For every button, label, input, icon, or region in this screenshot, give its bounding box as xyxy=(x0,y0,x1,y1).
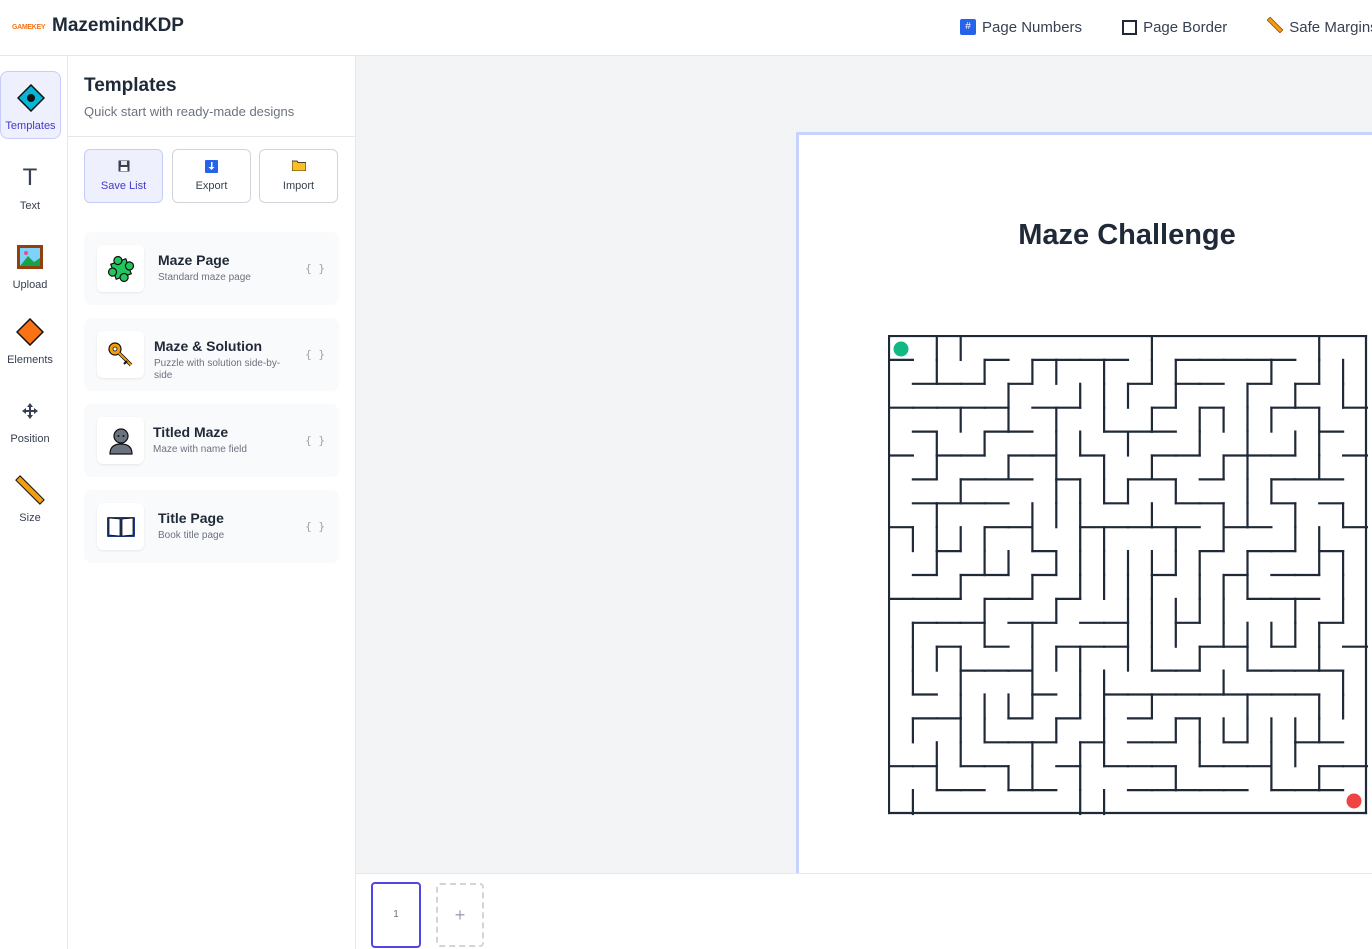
rail-item-elements[interactable]: Elements xyxy=(0,314,60,366)
page-border-toggle[interactable]: Page Border xyxy=(1122,17,1227,37)
tool-rail: Templates T Text Upload Elements Positio… xyxy=(0,56,68,949)
panel-subtitle: Quick start with ready-made designs xyxy=(84,104,295,119)
rail-label-templates: Templates xyxy=(5,120,56,132)
rail-item-size[interactable]: Size xyxy=(0,472,60,524)
add-page-button[interactable]: + xyxy=(436,883,484,947)
export-label: Export xyxy=(195,180,228,192)
template-name: Titled Maze xyxy=(153,424,229,440)
book-icon xyxy=(97,503,144,550)
safe-margins-toggle[interactable]: Safe Margins xyxy=(1266,16,1372,37)
move-arrows-icon xyxy=(0,393,60,429)
template-name: Maze & Solution xyxy=(154,338,263,354)
template-card-maze-page[interactable]: Maze Page Standard maze page { } xyxy=(84,232,339,305)
puzzle-icon xyxy=(97,245,144,292)
maze-grid[interactable] xyxy=(888,335,1368,817)
page-numbers-label: Page Numbers xyxy=(982,18,1083,36)
template-card-titled-maze[interactable]: Titled Maze Maze with name field { } xyxy=(84,404,339,477)
rail-item-text[interactable]: T Text xyxy=(0,160,60,212)
page-strip: 1 + xyxy=(356,873,1372,949)
folder-icon xyxy=(260,160,337,174)
code-braces-icon: { } xyxy=(305,434,325,447)
safe-margins-label: Safe Margins xyxy=(1289,18,1372,36)
panel-header: Templates Quick start with ready-made de… xyxy=(68,56,356,137)
panel-title: Templates xyxy=(84,75,177,96)
template-card-title-page[interactable]: Title Page Book title page { } xyxy=(84,490,339,563)
save-list-label: Save List xyxy=(100,180,147,192)
orange-diamond-icon xyxy=(0,314,60,350)
diamond-target-icon xyxy=(1,80,60,116)
picture-icon xyxy=(0,239,60,275)
ruler-icon xyxy=(1266,16,1284,37)
template-name: Title Page xyxy=(158,510,224,526)
floppy-icon xyxy=(85,160,162,174)
export-button[interactable]: Export xyxy=(172,149,251,203)
code-braces-icon: { } xyxy=(305,262,325,275)
template-desc: Book title page xyxy=(158,530,225,541)
templates-panel: Templates Quick start with ready-made de… xyxy=(68,56,356,949)
page-numbers-toggle[interactable]: # Page Numbers xyxy=(960,17,1082,37)
import-button[interactable]: Import xyxy=(259,149,338,203)
download-icon xyxy=(173,160,250,174)
top-bar: GAMEKEY MazemindKDP # Page Numbers Page … xyxy=(0,0,1372,56)
rail-label-size: Size xyxy=(19,512,41,524)
rail-label-text: Text xyxy=(19,200,41,212)
template-desc: Standard maze page xyxy=(158,272,251,283)
template-card-maze-solution[interactable]: Maze & Solution Puzzle with solution sid… xyxy=(84,318,339,391)
rail-item-position[interactable]: Position xyxy=(0,393,60,445)
code-braces-icon: { } xyxy=(305,348,325,361)
app-logo: GAMEKEY xyxy=(12,24,46,31)
template-desc: Maze with name field xyxy=(153,444,247,455)
app-title: MazemindKDP xyxy=(52,15,184,36)
template-name: Maze Page xyxy=(158,252,230,268)
rail-item-upload[interactable]: Upload xyxy=(0,239,60,291)
rail-item-templates[interactable]: Templates xyxy=(0,71,61,139)
person-icon xyxy=(97,417,144,464)
ruler-icon xyxy=(0,472,60,508)
rail-label-upload: Upload xyxy=(12,279,48,291)
key-icon xyxy=(97,331,144,378)
page-title[interactable]: Maze Challenge xyxy=(799,219,1372,252)
toolbar-actions: # Page Numbers Page Border Safe Margins xyxy=(960,16,1372,37)
page-border-label: Page Border xyxy=(1143,18,1228,36)
canvas-area[interactable]: Maze Challenge xyxy=(356,56,1372,892)
rail-label-elements: Elements xyxy=(7,354,53,366)
maze-start-marker xyxy=(893,341,909,357)
save-list-button[interactable]: Save List xyxy=(84,149,163,203)
square-icon xyxy=(1122,19,1138,35)
text-icon: T xyxy=(22,164,38,191)
maze-end-marker xyxy=(1346,793,1362,809)
hash-icon: # xyxy=(960,19,976,35)
design-page[interactable]: Maze Challenge xyxy=(796,132,1372,892)
import-label: Import xyxy=(282,180,315,192)
rail-label-position: Position xyxy=(10,433,50,445)
template-desc: Puzzle with solution side-by-side xyxy=(154,358,281,381)
page-thumbnail[interactable]: 1 xyxy=(371,882,421,948)
code-braces-icon: { } xyxy=(305,520,325,533)
